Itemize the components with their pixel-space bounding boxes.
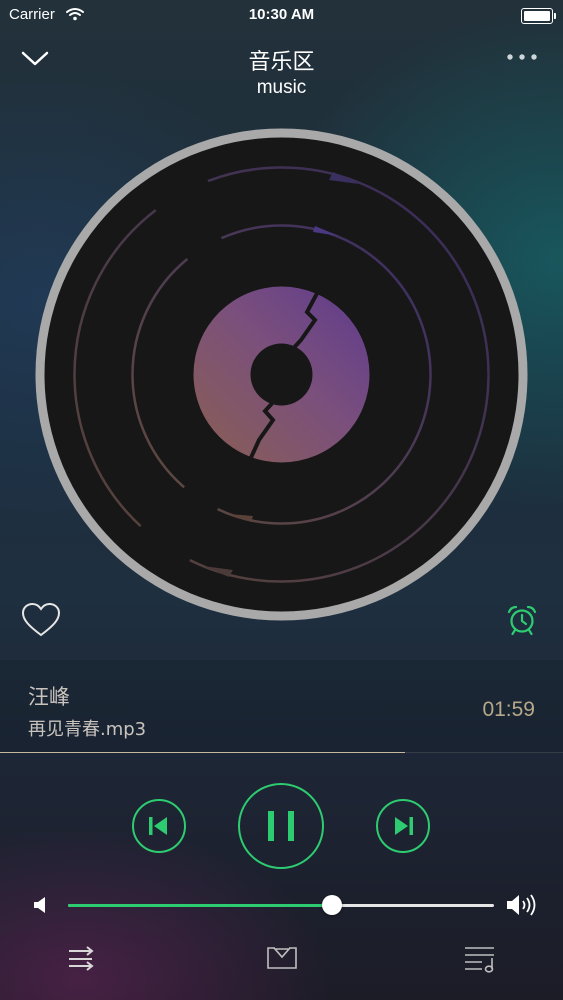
next-button[interactable] bbox=[375, 798, 431, 854]
next-icon bbox=[395, 817, 413, 835]
more-icon[interactable] bbox=[505, 51, 539, 63]
battery-icon bbox=[521, 8, 556, 24]
volume-knob[interactable] bbox=[322, 895, 343, 915]
heart-icon[interactable] bbox=[21, 602, 61, 638]
song-progress-bar[interactable] bbox=[0, 752, 563, 753]
shuffle-icon[interactable] bbox=[68, 945, 96, 971]
alarm-clock-icon[interactable] bbox=[506, 604, 538, 636]
artist-name: 汪峰 bbox=[28, 685, 70, 709]
pause-button[interactable] bbox=[237, 782, 325, 870]
volume-fill bbox=[68, 904, 333, 907]
track-filename: 再见青春.mp3 bbox=[28, 719, 147, 740]
page-subtitle: music bbox=[256, 77, 307, 98]
status-time: 10:30 AM bbox=[248, 6, 315, 23]
volume-slider[interactable] bbox=[68, 895, 494, 915]
pause-icon bbox=[268, 811, 294, 841]
volume-high-icon bbox=[507, 894, 536, 916]
status-bar: Carrier 10:30 AM bbox=[0, 0, 563, 30]
album-disc bbox=[35, 128, 528, 621]
previous-button[interactable] bbox=[131, 798, 187, 854]
page-title: 音乐区 bbox=[248, 50, 315, 75]
download-icon[interactable] bbox=[266, 946, 298, 970]
song-progress-fill bbox=[0, 752, 406, 753]
volume-low-icon bbox=[34, 897, 45, 913]
elapsed-time: 01:59 bbox=[482, 698, 535, 721]
previous-icon bbox=[149, 817, 167, 835]
playlist-icon[interactable] bbox=[464, 945, 498, 973]
